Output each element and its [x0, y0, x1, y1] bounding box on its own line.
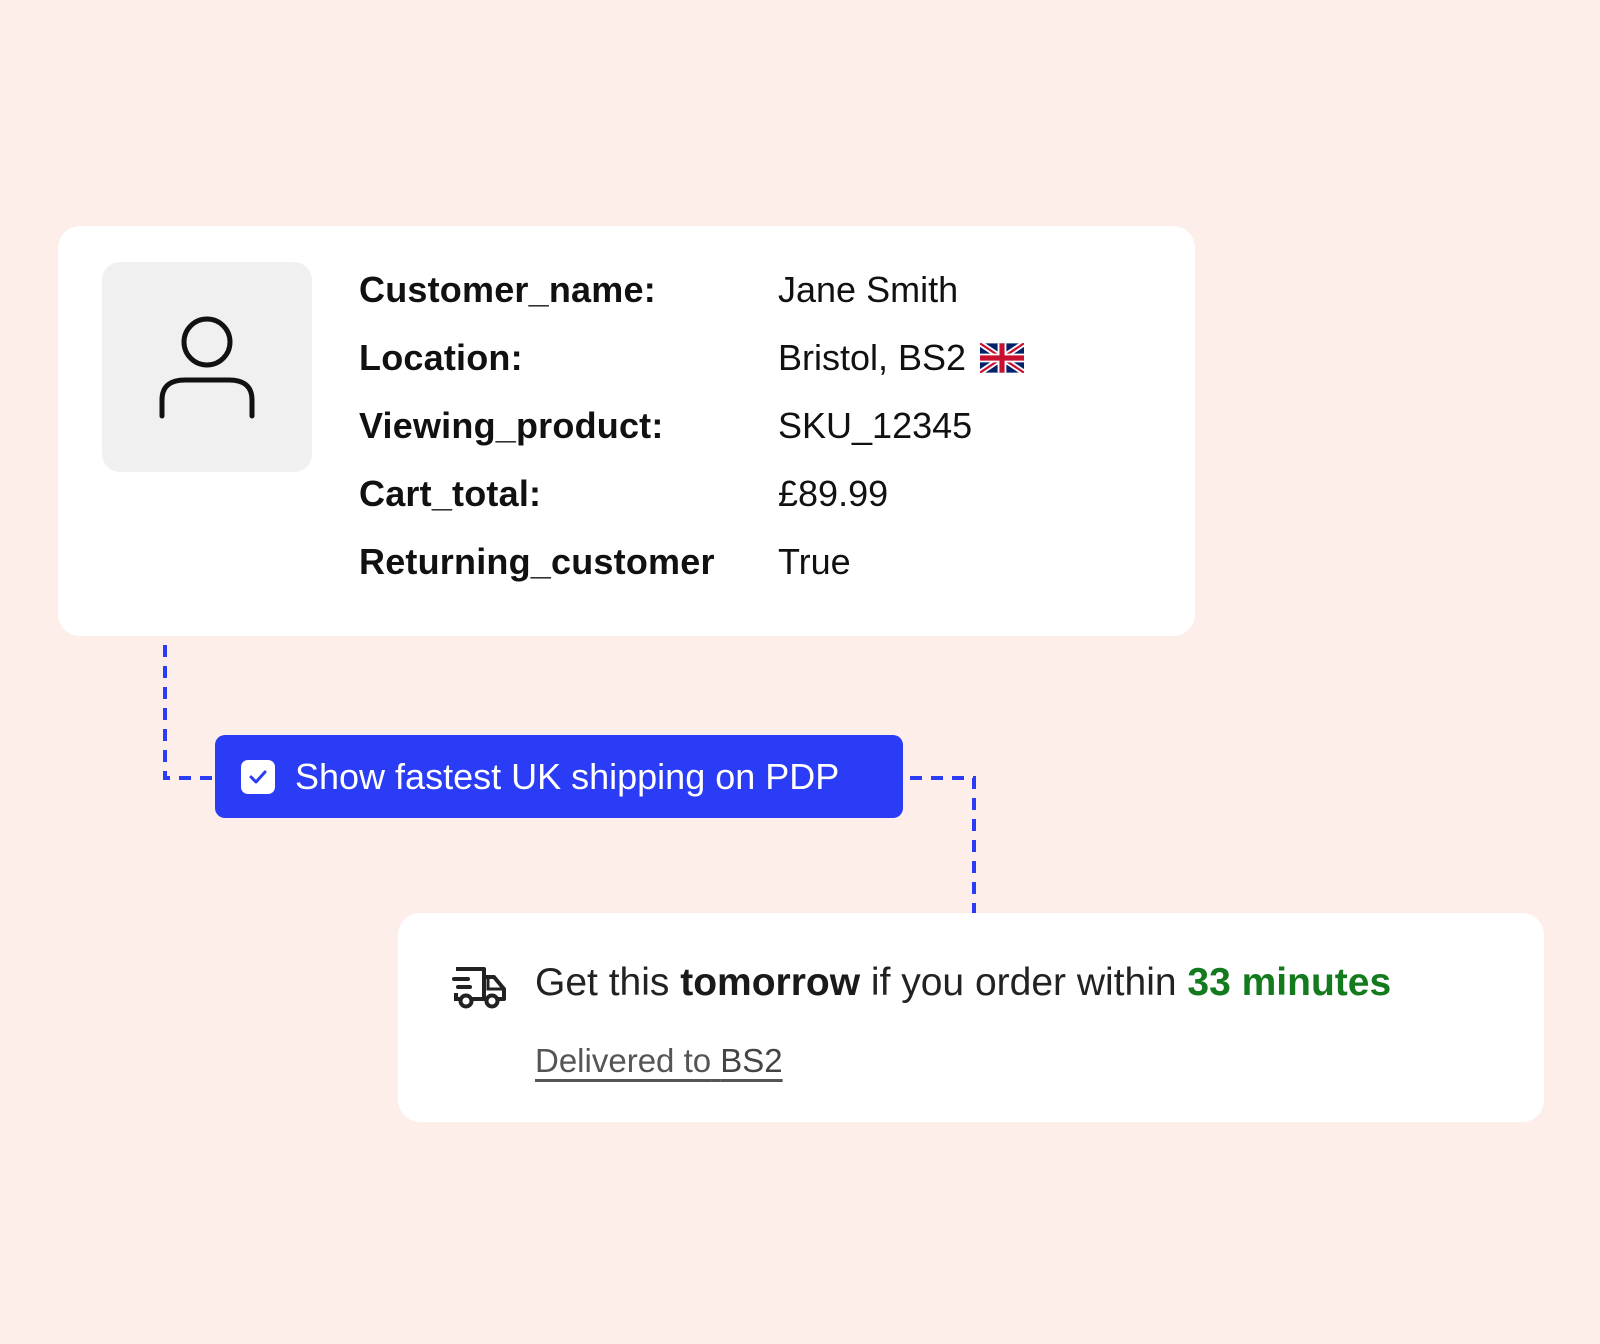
attribute-value-wrap: Bristol, BS2: [778, 337, 1025, 378]
delivery-truck-icon: [452, 967, 506, 1009]
attribute-row-location: Location: Bristol, BS2: [58, 338, 1195, 378]
shipping-emphasis: tomorrow: [680, 961, 861, 1004]
delivered-postcode: BS2: [720, 1042, 783, 1079]
shipping-prefix: Get this: [535, 961, 670, 1004]
connector-lines: [163, 645, 976, 913]
checkmark-icon: [249, 770, 267, 783]
shipping-message-card: Get this tomorrow if you order within 33…: [398, 913, 1544, 1122]
rule-checkbox[interactable]: [241, 759, 275, 794]
rule-chip[interactable]: Show fastest UK shipping on PDP: [215, 735, 903, 818]
shipping-countdown: 33 minutes: [1187, 961, 1392, 1004]
attribute-key: Customer_name:: [359, 269, 656, 310]
uk-flag-icon: [980, 343, 1025, 373]
attribute-key: Returning_customer: [359, 541, 715, 582]
attribute-row-viewing-product: Viewing_product: SKU_12345: [58, 406, 1195, 446]
connector-rule-to-shipping: [910, 776, 976, 913]
attribute-value: True: [778, 541, 851, 582]
connector-customer-to-rule: [163, 645, 215, 780]
attribute-value: £89.99: [778, 473, 889, 514]
attribute-key: Viewing_product:: [359, 405, 664, 446]
attribute-value: Jane Smith: [778, 269, 959, 310]
attribute-row-customer-name: Customer_name: Jane Smith: [58, 270, 1195, 310]
shipping-middle: if you order within: [870, 961, 1177, 1004]
attribute-row-cart-total: Cart_total: £89.99: [58, 474, 1195, 514]
attribute-value: Bristol, BS2: [778, 337, 967, 378]
rule-label: Show fastest UK shipping on PDP: [295, 755, 840, 797]
customer-card: Customer_name: Jane Smith Location: Bris…: [58, 226, 1195, 636]
attribute-value: SKU_12345: [778, 405, 973, 446]
shipping-message: Get this tomorrow if you order within 33…: [535, 959, 1391, 1007]
delivered-prefix: Delivered to: [535, 1042, 712, 1079]
canvas: Customer_name: Jane Smith Location: Bris…: [0, 0, 1600, 1344]
delivered-to-link[interactable]: Delivered to BS2: [535, 1041, 783, 1081]
attribute-row-returning-customer: Returning_customer True: [58, 542, 1195, 582]
attribute-key: Location:: [359, 337, 523, 378]
attribute-key: Cart_total:: [359, 473, 542, 514]
